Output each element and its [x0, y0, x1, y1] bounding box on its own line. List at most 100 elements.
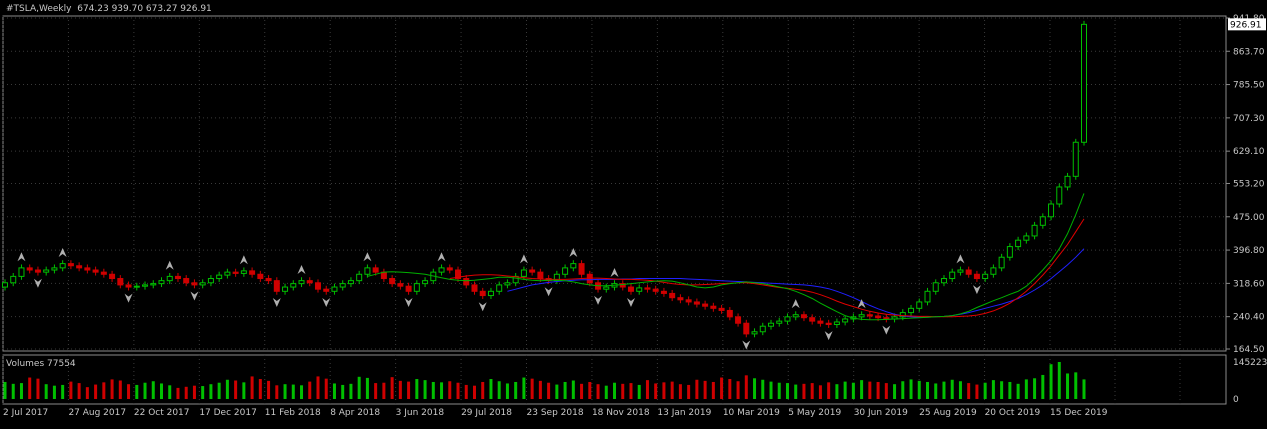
volume-bar	[637, 384, 641, 399]
bullish-candle	[1048, 203, 1055, 218]
volume-bar	[695, 379, 699, 399]
volume-bar	[1066, 373, 1070, 399]
volume-bar	[44, 384, 48, 399]
bearish-candle	[685, 299, 692, 303]
fractal-down-marker	[124, 293, 133, 303]
volume-bar	[118, 380, 122, 399]
volume-tick-label: 0	[1233, 395, 1239, 405]
volume-bar	[950, 379, 954, 399]
volume-bar	[341, 384, 345, 399]
volume-bar	[893, 384, 897, 399]
bearish-candle	[537, 271, 544, 280]
bearish-candle	[973, 273, 980, 280]
fractal-up-marker	[437, 252, 446, 262]
candlestick-chart[interactable]: 2 Jul 2017 27 Aug 2017 22 Oct 2017 17 Dec 2…	[0, 0, 1267, 425]
bearish-candle	[389, 278, 396, 285]
volume-bar	[654, 383, 658, 399]
bullish-candle	[290, 283, 297, 288]
chart-window[interactable]: #TSLA,Weekly 674.23 939.70 673.27 926.91…	[0, 0, 1267, 425]
volume-bar	[192, 385, 196, 399]
volume-bar	[563, 381, 567, 399]
volume-bar	[613, 382, 617, 399]
x-tick-label: 23 Sep 2018	[527, 408, 584, 418]
price-tick-label: 707.30	[1233, 114, 1265, 124]
bearish-candle	[809, 317, 816, 322]
volume-bar	[110, 379, 114, 399]
price-tick-label: 785.50	[1233, 81, 1265, 91]
bearish-candle	[669, 292, 676, 299]
bullish-candle	[603, 286, 610, 290]
bearish-candle	[109, 273, 116, 280]
bullish-candle	[413, 283, 420, 292]
volume-bar	[983, 382, 987, 399]
volume-bar	[588, 381, 592, 399]
bullish-candle	[18, 267, 25, 277]
volume-bar	[580, 383, 584, 399]
bullish-candle	[240, 270, 247, 274]
volume-bar	[472, 385, 476, 399]
bullish-candle	[207, 278, 214, 284]
volume-bar	[415, 379, 419, 399]
volume-bar	[209, 384, 213, 399]
bearish-candle	[446, 267, 453, 271]
volume-bar	[670, 381, 674, 399]
volume-bar	[489, 379, 493, 399]
x-tick-label: 8 Apr 2018	[330, 408, 380, 418]
volume-bar	[423, 380, 427, 399]
bearish-candle	[125, 284, 132, 288]
volume-bar	[538, 380, 542, 399]
volume-bar	[1008, 381, 1012, 399]
bullish-candle	[1064, 175, 1071, 188]
volume-bar	[926, 381, 930, 399]
bearish-candle	[479, 290, 486, 297]
bullish-candle	[990, 267, 997, 275]
x-tick-label: 15 Dec 2019	[1050, 408, 1108, 418]
price-tick-label: 629.10	[1233, 147, 1265, 157]
bullish-candle	[10, 275, 17, 284]
volume-bar	[917, 380, 921, 399]
x-tick-label: 29 Jul 2018	[461, 408, 512, 418]
bullish-candle	[982, 273, 989, 280]
ohlc-label: 674.23 939.70 673.27 926.91	[77, 4, 212, 14]
bearish-candle	[405, 285, 412, 292]
volume-bar	[860, 380, 864, 399]
volume-bar	[514, 381, 518, 399]
bullish-candle	[150, 283, 157, 286]
bearish-candle	[84, 267, 91, 271]
bullish-candle	[1039, 216, 1046, 226]
bearish-candle	[875, 315, 882, 319]
bearish-candle	[800, 314, 807, 319]
bullish-candle	[759, 325, 766, 333]
volume-bar	[744, 375, 748, 399]
bearish-candle	[677, 297, 684, 301]
bearish-candle	[726, 309, 733, 318]
bullish-candle	[924, 290, 931, 303]
fractal-up-marker	[239, 255, 248, 265]
volume-bar	[28, 377, 32, 399]
bullish-candle	[59, 263, 66, 269]
bearish-candle	[174, 275, 181, 280]
symbol-label: #TSLA,Weekly	[6, 4, 72, 14]
volume-bar	[275, 385, 279, 399]
volume-bar	[61, 384, 65, 399]
volume-bar	[365, 377, 369, 399]
volume-bar	[571, 380, 575, 399]
bullish-candle	[43, 269, 50, 273]
volume-bar	[1074, 372, 1078, 399]
fractal-down-marker	[322, 297, 331, 307]
volume-bar	[357, 376, 361, 399]
volume-bar	[77, 383, 81, 399]
bearish-candle	[306, 280, 313, 284]
bearish-candle	[965, 269, 972, 275]
volume-bar	[777, 382, 781, 399]
volume-bar	[505, 383, 509, 399]
bullish-candle	[1015, 239, 1022, 248]
volume-bar	[398, 380, 402, 399]
volume-bar	[645, 380, 649, 399]
x-tick-label: 27 Aug 2017	[68, 408, 126, 418]
bullish-candle	[347, 280, 354, 285]
bearish-candle	[265, 278, 272, 282]
bearish-candle	[529, 269, 536, 273]
volume-bar	[835, 384, 839, 399]
volume-bar	[753, 378, 757, 399]
